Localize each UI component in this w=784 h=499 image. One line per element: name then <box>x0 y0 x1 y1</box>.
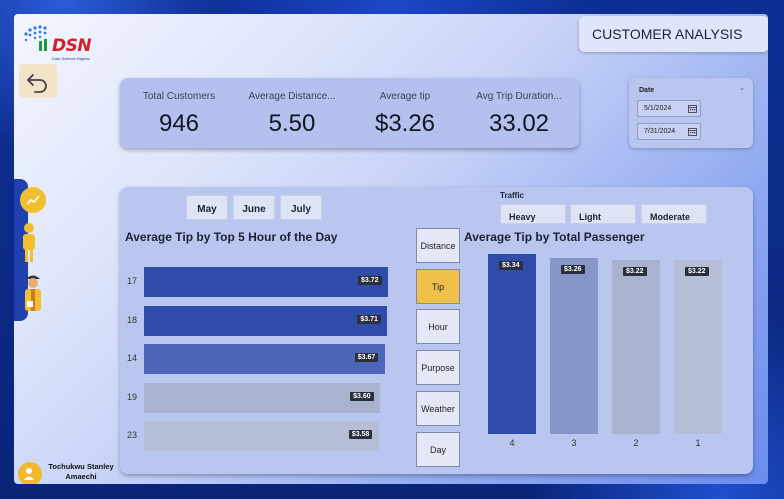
hour-category-label: 14 <box>127 353 138 363</box>
dsn-logo: DSN Data Science Nigeria <box>22 22 102 64</box>
hour-bar-row: 18 $3.71 <box>120 305 410 336</box>
page-title: CUSTOMER ANALYSIS <box>579 16 768 52</box>
kpi-average-distance: Average Distance... 5.50 <box>237 78 347 138</box>
trend-icon <box>26 195 40 205</box>
slicer-button-day[interactable]: Day <box>416 432 460 467</box>
back-button[interactable] <box>19 64 57 98</box>
logo-subtitle: Data Science Nigeria <box>52 56 90 61</box>
date-start-value: 5/1/2024 <box>644 105 672 112</box>
slicer-button-distance[interactable]: Distance <box>416 228 460 263</box>
slicer-button-purpose[interactable]: Purpose <box>416 350 460 385</box>
hour-bar-value-label: $3.72 <box>358 276 382 285</box>
kpi-card: Total Customers 946 Average Distance... … <box>120 78 579 148</box>
kpi-label: Average Distance... <box>248 91 336 102</box>
month-button-july[interactable]: July <box>280 195 322 220</box>
hour-bar-row: 19 $3.60 <box>120 382 410 413</box>
hour-bar[interactable] <box>144 267 388 297</box>
date-filter-card: Date ⌄ 5/1/2024 7/31/2024 <box>629 78 753 148</box>
hour-bar-value-label: $3.67 <box>354 353 379 362</box>
slicer-button-weather[interactable]: Weather <box>416 391 460 426</box>
traffic-button-heavy[interactable]: Heavy <box>500 204 566 224</box>
passenger-bar[interactable] <box>612 260 660 434</box>
month-button-june[interactable]: June <box>233 195 275 220</box>
passenger-category-label: 1 <box>695 438 701 448</box>
passenger-chart-title: Average Tip by Total Passenger <box>464 230 645 244</box>
hour-bar[interactable] <box>144 421 379 451</box>
hour-bar-value-label: $3.60 <box>350 391 374 401</box>
date-start-input[interactable]: 5/1/2024 <box>637 100 701 117</box>
slicer-button-hour[interactable]: Hour <box>416 309 460 344</box>
traffic-label: Traffic <box>500 191 525 200</box>
passenger-category-label: 2 <box>633 438 639 448</box>
passenger-bar[interactable] <box>674 260 722 434</box>
passenger-category-label: 4 <box>509 438 515 448</box>
kpi-label: Avg Trip Duration... <box>476 91 562 102</box>
user-icon <box>24 468 34 480</box>
hour-bar-row: 14 $3.67 <box>120 344 410 374</box>
hour-bar[interactable] <box>144 382 381 413</box>
user-avatar <box>18 462 42 484</box>
kpi-value: 33.02 <box>488 110 550 137</box>
date-filter-title: Date <box>639 87 655 94</box>
kpi-average-tip: Average tip $3.26 <box>350 78 460 138</box>
user-name: Tochukwu Stanley Amaechi <box>48 462 114 481</box>
hour-category-label: 18 <box>127 314 138 325</box>
hour-category-label: 23 <box>127 430 138 440</box>
logo-text: DSN <box>52 36 92 56</box>
passenger-bar-value-label: $3.26 <box>561 265 585 275</box>
traffic-button-light[interactable]: Light <box>570 204 636 224</box>
passenger-bar-chart: $3.34 4 $3.26 3 $3.22 2 $3.22 1 <box>464 247 748 474</box>
report-canvas: DSN Data Science Nigeria Tochukwu Stanle… <box>14 14 768 484</box>
hour-bar-row: 23 $3.58 <box>120 421 410 451</box>
date-end-value: 7/31/2024 <box>644 128 676 135</box>
hour-bar-value-label: $3.58 <box>348 430 373 439</box>
hour-chart-title: Average Tip by Top 5 Hour of the Day <box>125 230 338 244</box>
passenger-bar-value-label: $3.34 <box>499 261 523 270</box>
slicer-button-tip[interactable]: Tip <box>416 269 460 304</box>
hour-category-label: 19 <box>127 391 138 402</box>
passenger-bar[interactable] <box>488 254 536 434</box>
nav-driver-icon[interactable] <box>22 272 44 316</box>
kpi-label: Total Customers <box>142 91 216 102</box>
nav-chart-icon[interactable] <box>20 187 46 213</box>
hour-category-label: 17 <box>127 276 138 286</box>
hour-bar-row: 17 $3.72 <box>120 267 410 297</box>
passenger-bar[interactable] <box>550 258 598 434</box>
traffic-button-moderate[interactable]: Moderate <box>641 204 707 224</box>
hour-bar[interactable] <box>144 305 388 336</box>
logo-dots-icon <box>24 25 47 51</box>
calendar-icon[interactable] <box>688 127 697 136</box>
passenger-category-label: 3 <box>571 438 577 448</box>
hour-bar[interactable] <box>144 344 385 374</box>
hour-bar-chart: 17 $3.72 18 $3.71 14 $3.67 19 $3.60 23 $3.58 <box>120 267 410 457</box>
kpi-value: 5.50 <box>268 110 316 137</box>
kpi-value: 946 <box>158 110 200 137</box>
kpi-value: $3.26 <box>374 110 436 137</box>
main-analysis-card: May June July Traffic Heavy Light Modera… <box>120 187 753 474</box>
chevron-down-icon[interactable]: ⌄ <box>739 84 745 92</box>
kpi-total-customers: Total Customers 946 <box>124 78 234 138</box>
date-end-input[interactable]: 7/31/2024 <box>637 123 701 140</box>
kpi-avg-trip-duration: Avg Trip Duration... 33.02 <box>464 78 574 138</box>
back-arrow-icon <box>27 74 47 93</box>
passenger-bar-value-label: $3.22 <box>623 267 647 277</box>
month-button-may[interactable]: May <box>186 195 228 220</box>
calendar-icon[interactable] <box>688 104 697 113</box>
nav-customer-icon[interactable] <box>20 222 38 264</box>
passenger-bar-value-label: $3.22 <box>685 267 709 277</box>
hour-bar-value-label: $3.71 <box>357 314 381 324</box>
kpi-label: Average tip <box>379 91 431 102</box>
